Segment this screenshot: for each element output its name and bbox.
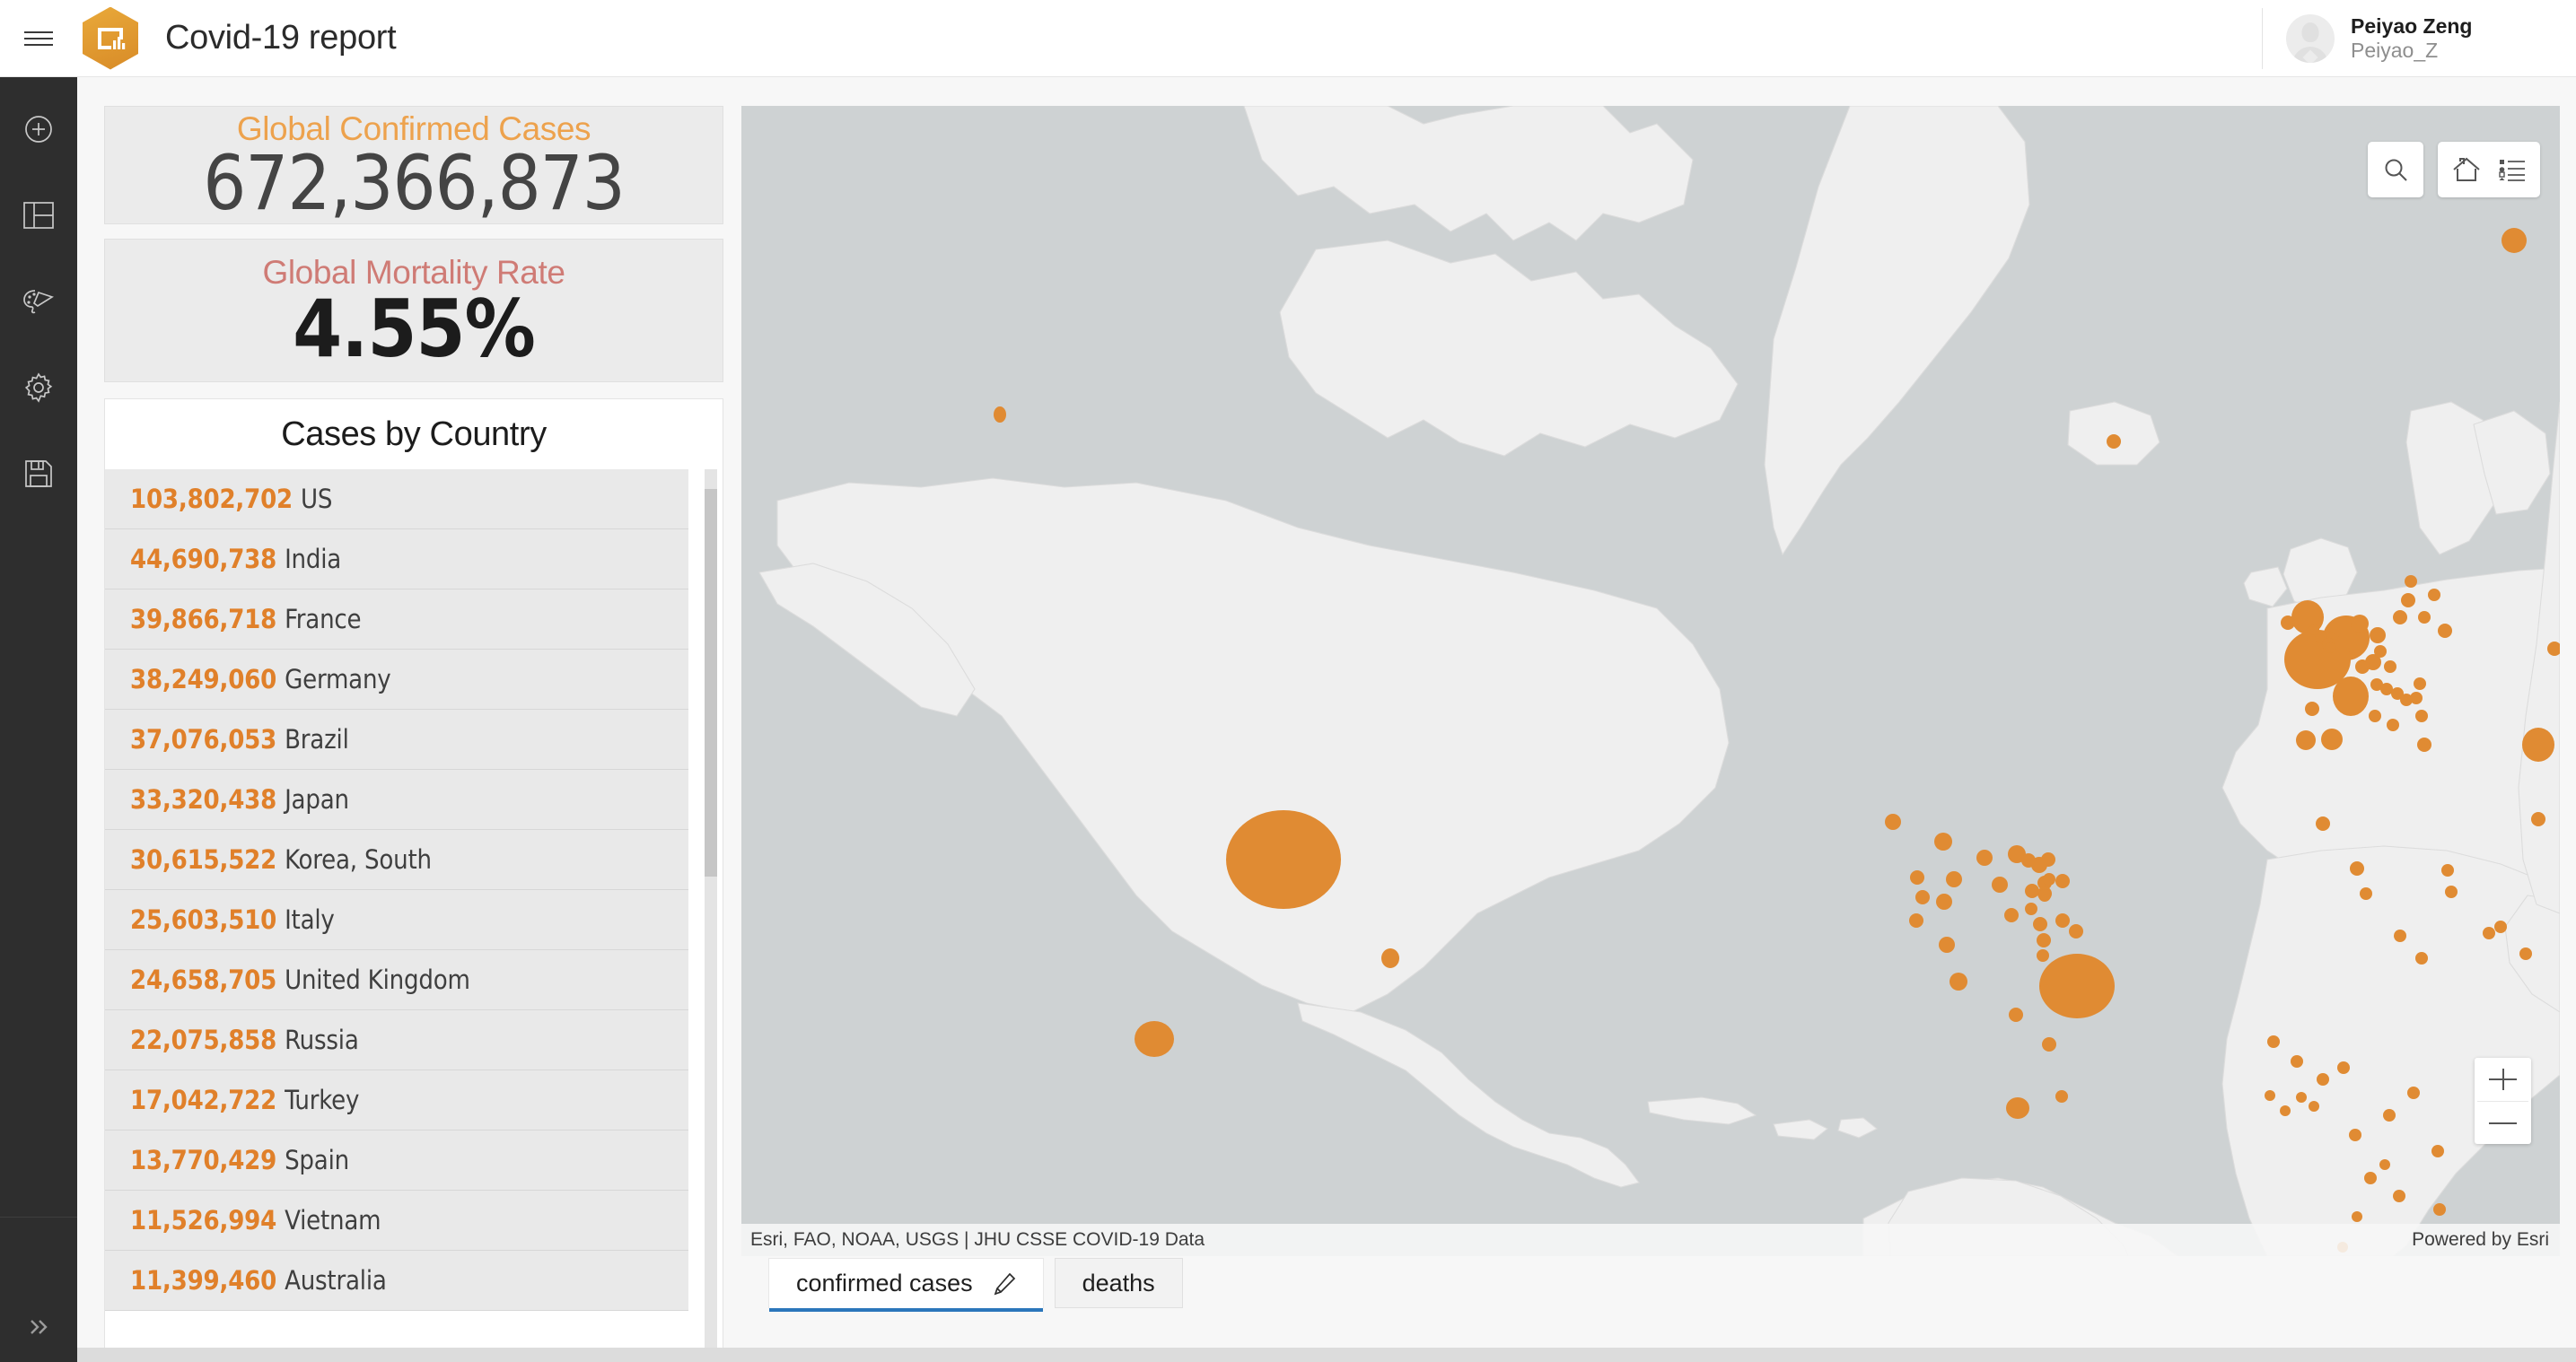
search-icon — [2385, 159, 2407, 181]
legend-list-icon — [2499, 160, 2525, 181]
country-name: United Kingdom — [285, 965, 470, 995]
country-name: Spain — [285, 1145, 349, 1175]
country-case-count: 33,320,438 — [130, 784, 277, 815]
user-handle: Peiyao_Z — [2351, 39, 2439, 62]
country-case-count: 37,076,053 — [130, 724, 277, 755]
kpi-value-mortality: 4.55% — [293, 283, 536, 376]
country-case-count: 24,658,705 — [130, 965, 277, 995]
left-rail — [0, 77, 77, 1362]
map-zoom-controls — [2475, 1058, 2531, 1144]
country-case-count: 44,690,738 — [130, 544, 277, 574]
country-row[interactable]: 11,399,460 Australia — [105, 1251, 688, 1311]
country-row[interactable]: 17,042,722 Turkey — [105, 1070, 688, 1131]
user-menu[interactable]: Peiyao Zeng Peiyao_Z — [2263, 0, 2576, 77]
gear-icon — [24, 372, 53, 403]
country-name: Turkey — [285, 1085, 360, 1115]
country-case-count: 17,042,722 — [130, 1085, 277, 1115]
top-bar: Covid-19 report Peiyao Zeng Peiyao_Z — [0, 0, 2576, 77]
map-attribution-text: Esri, FAO, NOAA, USGS | JHU CSSE COVID-1… — [750, 1229, 1205, 1250]
bottom-strip — [77, 1348, 2576, 1362]
kpi-card-confirmed-cases: Global Confirmed Cases 672,366,873 — [104, 106, 723, 224]
tab-deaths[interactable]: deaths — [1054, 1258, 1183, 1308]
tab-confirmed-cases[interactable]: confirmed cases — [768, 1258, 1044, 1312]
country-name: Germany — [285, 664, 391, 694]
map-view[interactable]: Esri, FAO, NOAA, USGS | JHU CSSE COVID-1… — [741, 106, 2560, 1256]
sidebar-item-layout[interactable] — [0, 172, 77, 258]
country-row[interactable]: 11,526,994 Vietnam — [105, 1191, 688, 1251]
tab-deaths-label: deaths — [1082, 1269, 1155, 1297]
map-tools-group — [2438, 142, 2540, 197]
home-icon — [2453, 157, 2480, 181]
country-row[interactable]: 30,615,522 Korea, South — [105, 830, 688, 890]
country-name: US — [301, 484, 333, 514]
hamburger-icon[interactable] — [0, 0, 77, 77]
country-row[interactable]: 24,658,705 United Kingdom — [105, 950, 688, 1010]
map-powered-by: Powered by Esri — [2412, 1229, 2549, 1250]
rail-divider — [0, 1217, 77, 1218]
country-name: France — [285, 604, 362, 634]
country-name: India — [285, 544, 342, 574]
country-name: Australia — [285, 1265, 387, 1296]
country-row[interactable]: 25,603,510 Italy — [105, 890, 688, 950]
country-row[interactable]: 22,075,858 Russia — [105, 1010, 688, 1070]
country-name: Japan — [285, 784, 349, 815]
dashboard-app: Covid-19 report Peiyao Zeng Peiyao_Z Glo… — [0, 0, 2576, 1362]
country-row[interactable]: 33,320,438 Japan — [105, 770, 688, 830]
country-case-count: 11,399,460 — [130, 1265, 277, 1296]
country-list[interactable]: 103,802,702 US 44,690,738 India 39,866,718 Fr… — [105, 469, 723, 1358]
palette-brush-icon — [23, 290, 54, 314]
map-zoom-in-button[interactable] — [2475, 1058, 2531, 1101]
country-case-count: 13,770,429 — [130, 1145, 277, 1175]
country-case-count: 30,615,522 — [130, 844, 277, 875]
sidebar-item-save[interactable] — [0, 431, 77, 517]
country-row[interactable]: 103,802,702 US — [105, 469, 688, 529]
kpi-value-confirmed: 672,366,873 — [203, 139, 626, 228]
country-row[interactable]: 37,076,053 Brazil — [105, 710, 688, 770]
map-legend-button[interactable] — [2499, 158, 2526, 181]
country-name: Italy — [285, 904, 335, 935]
floppy-disk-save-icon — [25, 460, 52, 487]
layout-panels-icon — [23, 202, 54, 229]
dashboard-tabbar: confirmed cases deaths — [741, 1258, 2560, 1315]
kpi-card-mortality-rate: Global Mortality Rate 4.55% — [104, 239, 723, 382]
country-row[interactable]: 38,249,060 Germany — [105, 650, 688, 710]
user-avatar-icon — [2286, 14, 2335, 63]
map-zoom-out-button[interactable] — [2475, 1102, 2531, 1145]
chevron-double-right-icon — [31, 1320, 48, 1334]
country-row[interactable]: 39,866,718 France — [105, 589, 688, 650]
country-row[interactable]: 44,690,738 India — [105, 529, 688, 589]
world-map-graphic — [758, 106, 2560, 1256]
map-home-button[interactable] — [2452, 157, 2481, 182]
country-case-count: 39,866,718 — [130, 604, 277, 634]
country-case-count: 11,526,994 — [130, 1205, 277, 1235]
map-search-button[interactable] — [2368, 142, 2423, 197]
sidebar-item-settings[interactable] — [0, 345, 77, 431]
country-name: Russia — [285, 1025, 359, 1055]
plus-circle-icon — [25, 116, 52, 143]
country-name: Vietnam — [285, 1205, 381, 1235]
dashboard-app-icon — [83, 6, 138, 70]
pencil-icon[interactable] — [993, 1272, 1016, 1296]
country-case-count: 103,802,702 — [130, 484, 294, 514]
country-list-scroll-thumb[interactable] — [705, 489, 717, 877]
sidebar-item-theme[interactable] — [0, 258, 77, 345]
country-case-count: 25,603,510 — [130, 904, 277, 935]
country-name: Korea, South — [285, 844, 432, 875]
page-title: Covid-19 report — [165, 19, 397, 57]
sidebar-expand-button[interactable] — [0, 1292, 77, 1362]
country-case-count: 38,249,060 — [130, 664, 277, 694]
country-name: Brazil — [285, 724, 349, 755]
cases-by-country-card: Cases by Country 103,802,702 US 44,690,738… — [104, 398, 723, 1358]
tab-confirmed-cases-label: confirmed cases — [796, 1270, 973, 1297]
cases-by-country-title: Cases by Country — [105, 399, 723, 469]
user-full-name: Peiyao Zeng — [2351, 13, 2473, 38]
left-panel: Global Confirmed Cases 672,366,873 Globa… — [104, 106, 723, 1362]
sidebar-item-add[interactable] — [0, 86, 77, 172]
country-case-count: 22,075,858 — [130, 1025, 277, 1055]
country-row[interactable]: 13,770,429 Spain — [105, 1131, 688, 1191]
map-attribution-bar: Esri, FAO, NOAA, USGS | JHU CSSE COVID-1… — [741, 1224, 2560, 1256]
